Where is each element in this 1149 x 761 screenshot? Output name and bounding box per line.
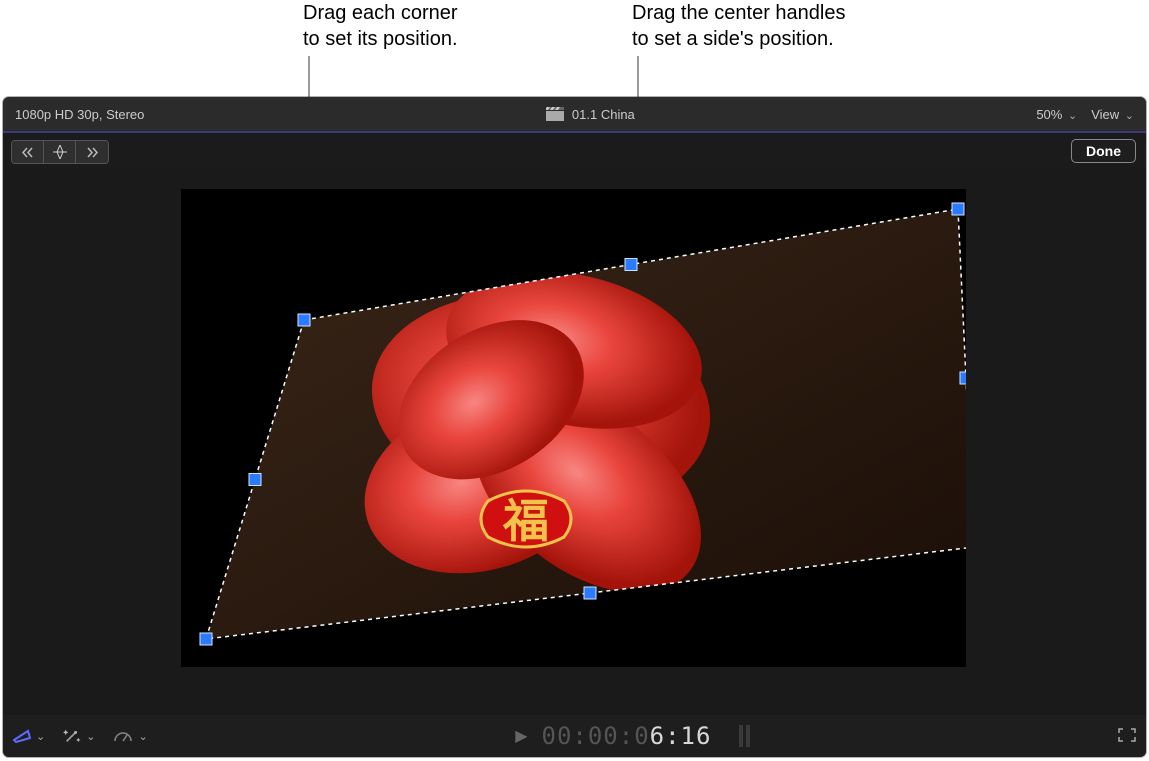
distort-overlay: 福 xyxy=(181,189,966,667)
corner-handle-top-right[interactable] xyxy=(952,203,964,215)
callout-corner: Drag each corner to set its position. xyxy=(303,0,458,52)
viewer-window: 1080p HD 30p, Stereo 01.1 China 50% ⌄ Vi… xyxy=(3,97,1146,757)
distorted-image[interactable]: 福 xyxy=(206,209,966,647)
timecode-dim: 00:00:0 xyxy=(542,722,650,750)
chevron-down-icon: ⌄ xyxy=(1068,110,1077,122)
callout-center-line1: Drag the center handles xyxy=(632,2,845,24)
double-chevron-left-icon xyxy=(22,147,33,158)
fullscreen-icon xyxy=(1118,728,1136,742)
speedometer-icon xyxy=(113,729,133,743)
play-icon[interactable]: ▶ xyxy=(515,726,527,746)
magic-wand-icon xyxy=(63,727,81,745)
crosshair-icon xyxy=(53,145,67,159)
view-dropdown[interactable]: View ⌄ xyxy=(1091,107,1134,122)
svg-text:福: 福 xyxy=(502,495,549,547)
zoom-value: 50% xyxy=(1036,107,1062,122)
prev-edit-button[interactable] xyxy=(12,141,44,163)
enhance-dropdown[interactable]: ⌄ xyxy=(63,727,95,745)
clapperboard-icon xyxy=(546,107,564,121)
view-label: View xyxy=(1091,107,1119,122)
done-button[interactable]: Done xyxy=(1071,139,1136,163)
timecode-display[interactable]: 00:00:06:16 xyxy=(542,722,712,750)
callout-corner-line2: to set its position. xyxy=(303,28,458,50)
corner-handle-top-left[interactable] xyxy=(298,314,310,326)
edge-handle-left[interactable] xyxy=(249,474,261,486)
zoom-dropdown[interactable]: 50% ⌄ xyxy=(1036,107,1077,122)
bottom-toolbar: ⌄ ⌄ ⌄ ▶ 0 xyxy=(3,715,1146,757)
timecode-lit: 6:16 xyxy=(650,722,712,750)
done-label: Done xyxy=(1086,143,1121,159)
chevron-down-icon: ⌄ xyxy=(36,730,45,743)
callout-center-line2: to set a side's position. xyxy=(632,28,834,50)
transform-dropdown[interactable]: ⌄ xyxy=(13,729,45,743)
next-edit-button[interactable] xyxy=(76,141,108,163)
video-canvas[interactable]: 福 xyxy=(181,189,966,667)
callout-center: Drag the center handles to set a side's … xyxy=(632,0,845,52)
project-name[interactable]: 01.1 China xyxy=(572,107,635,122)
center-anchor-button[interactable] xyxy=(44,141,76,163)
viewer-subtoolbar: Done xyxy=(3,133,1146,169)
fullscreen-button[interactable] xyxy=(1118,728,1136,745)
chevron-down-icon: ⌄ xyxy=(1125,110,1134,122)
nav-segment xyxy=(11,140,109,164)
audio-meter xyxy=(739,725,750,747)
retime-dropdown[interactable]: ⌄ xyxy=(113,729,147,743)
edge-handle-top[interactable] xyxy=(625,259,637,271)
chevron-down-icon: ⌄ xyxy=(138,730,147,743)
edge-handle-bottom[interactable] xyxy=(584,587,596,599)
double-chevron-right-icon xyxy=(87,147,98,158)
callout-corner-line1: Drag each corner xyxy=(303,2,458,24)
transform-rect-icon xyxy=(13,729,31,743)
chevron-down-icon: ⌄ xyxy=(86,730,95,743)
viewer-area: 福 xyxy=(3,169,1146,715)
corner-handle-bottom-left[interactable] xyxy=(200,633,212,645)
edge-handle-right[interactable] xyxy=(960,372,966,384)
viewer-toolbar: 1080p HD 30p, Stereo 01.1 China 50% ⌄ Vi… xyxy=(3,97,1146,131)
video-format-label: 1080p HD 30p, Stereo xyxy=(15,107,144,122)
